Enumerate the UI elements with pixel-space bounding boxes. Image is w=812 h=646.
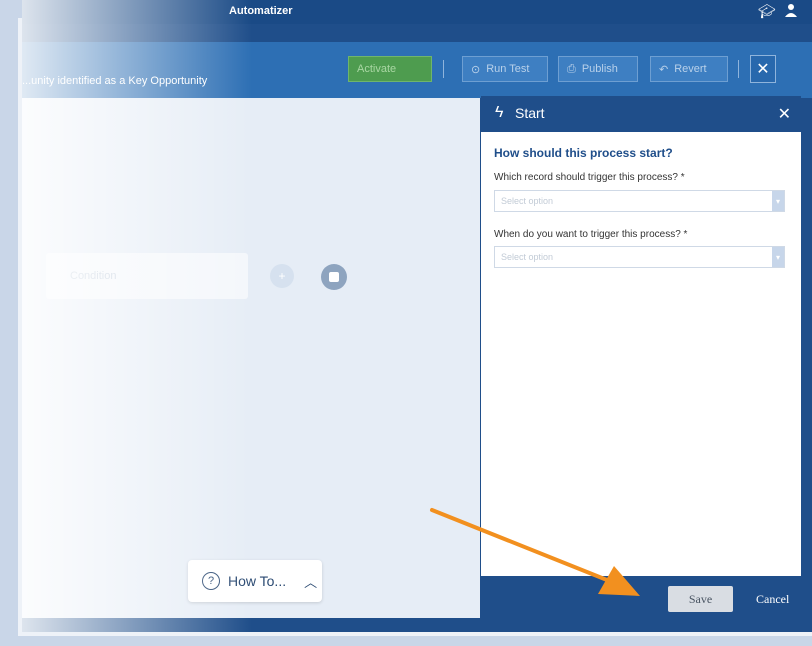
when-trigger-placeholder: Select option — [501, 252, 554, 262]
revert-label: Revert — [674, 63, 707, 75]
toolbar-divider — [443, 60, 444, 78]
play-circle-icon: ⊙ — [471, 63, 481, 76]
graduation-cap-icon[interactable]: 🎓︎ — [758, 3, 776, 20]
run-test-label: Run Test — [486, 63, 530, 75]
panel-close-icon[interactable]: ✕ — [778, 104, 791, 124]
publish-icon: ⎙ — [567, 62, 576, 75]
lightning-icon: ϟ — [495, 104, 504, 121]
activate-button[interactable]: Activate — [348, 56, 432, 82]
end-node[interactable] — [321, 264, 347, 290]
chevron-down-icon: ▾ — [772, 191, 784, 211]
process-name: ...unity identified as a Key Opportunity — [22, 75, 208, 87]
panel-footer: Save Cancel — [481, 576, 812, 632]
record-trigger-label: Which record should trigger this process… — [494, 172, 685, 183]
how-to-button[interactable]: ? How To... ︿ — [188, 560, 322, 602]
screenshot: Automatizer 🎓︎ ...unity identified as a … — [0, 0, 812, 646]
workflow-canvas[interactable]: Condition + ? How To... ︿ — [22, 98, 480, 618]
save-button[interactable]: Save — [668, 586, 733, 612]
close-icon: ✕ — [756, 61, 770, 78]
close-editor-button[interactable]: ✕ — [750, 55, 776, 83]
chevron-up-icon: ︿ — [304, 574, 318, 590]
chevron-down-icon: ▾ — [772, 247, 784, 267]
how-to-label: How To... — [228, 573, 287, 589]
add-step-button[interactable]: + — [270, 264, 294, 288]
condition-node[interactable]: Condition — [46, 253, 248, 299]
cancel-button[interactable]: Cancel — [756, 592, 789, 607]
start-question: How should this process start? — [494, 146, 673, 160]
app-title: Automatizer — [229, 5, 293, 17]
record-trigger-select[interactable]: Select option ▾ — [494, 190, 785, 212]
revert-icon: ↶ — [659, 63, 669, 76]
when-trigger-select[interactable]: Select option ▾ — [494, 246, 785, 268]
app-window: Automatizer 🎓︎ ...unity identified as a … — [22, 0, 812, 632]
run-test-button[interactable]: ⊙ Run Test — [462, 56, 548, 82]
when-trigger-label: When do you want to trigger this process… — [494, 229, 688, 240]
condition-node-label: Condition — [70, 270, 117, 282]
start-panel-header: ϟ Start ✕ — [481, 96, 801, 132]
process-toolbar: ...unity identified as a Key Opportunity… — [22, 42, 812, 98]
record-trigger-placeholder: Select option — [501, 196, 554, 206]
help-icon: ? — [202, 572, 220, 590]
panel-title: Start — [515, 105, 545, 121]
toolbar-divider — [738, 60, 739, 78]
user-icon[interactable] — [784, 3, 798, 20]
publish-label: Publish — [581, 63, 618, 75]
stop-icon — [329, 272, 339, 282]
plus-icon: + — [278, 269, 286, 283]
top-bar: Automatizer 🎓︎ — [22, 0, 812, 24]
publish-button[interactable]: ⎙ Publish — [558, 56, 638, 82]
activate-label: Activate — [357, 63, 397, 75]
start-panel: ϟ Start ✕ How should this process start?… — [481, 96, 801, 576]
revert-button[interactable]: ↶ Revert — [650, 56, 728, 82]
